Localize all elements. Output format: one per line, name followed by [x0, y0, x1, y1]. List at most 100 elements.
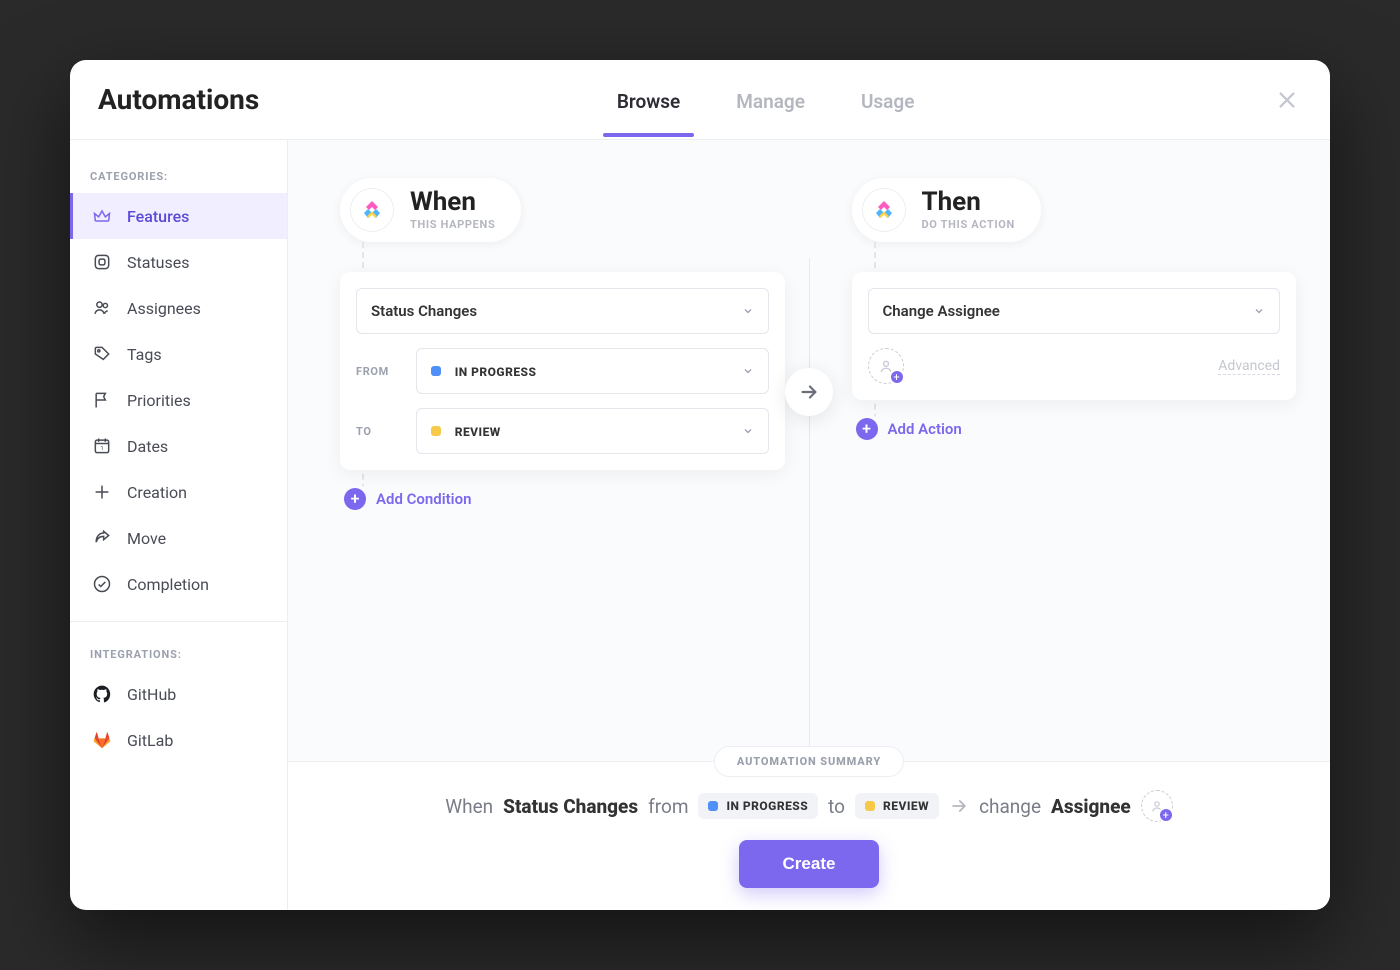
plus-circle-icon: + — [856, 418, 878, 440]
column-divider — [809, 258, 810, 761]
sidebar-item-label: Tags — [127, 345, 162, 364]
then-header: Then DO THIS ACTION — [852, 178, 1041, 242]
when-panel: Status Changes FROM IN P — [340, 272, 785, 470]
add-condition-label: Add Condition — [376, 490, 471, 508]
then-column: Then DO THIS ACTION Change Assignee — [834, 178, 1297, 761]
then-subtitle: DO THIS ACTION — [922, 218, 1015, 231]
arrow-connector — [785, 368, 833, 416]
plus-badge-icon: + — [1158, 807, 1174, 823]
sidebar-item-label: GitLab — [127, 731, 173, 750]
summary-when-word: When — [445, 795, 493, 818]
flag-icon — [91, 389, 113, 411]
advanced-link[interactable]: Advanced — [1218, 358, 1280, 375]
create-button[interactable]: Create — [739, 840, 880, 888]
square-icon — [91, 251, 113, 273]
trigger-select[interactable]: Status Changes — [356, 288, 769, 334]
check-circle-icon — [91, 573, 113, 595]
chevron-down-icon — [742, 365, 754, 377]
sidebar-item-label: Completion — [127, 575, 209, 594]
sidebar-item-label: Priorities — [127, 391, 191, 410]
close-icon — [1276, 89, 1298, 111]
sidebar-item-statuses[interactable]: Statuses — [70, 239, 287, 285]
plus-badge-icon: + — [889, 369, 905, 385]
calendar-icon: 1 — [91, 435, 113, 457]
then-panel: Change Assignee + Advanced — [852, 272, 1297, 400]
sidebar-item-label: Statuses — [127, 253, 190, 272]
sidebar-item-dates[interactable]: 1 Dates — [70, 423, 287, 469]
tab-browse[interactable]: Browse — [613, 64, 684, 135]
crown-icon — [91, 205, 113, 227]
sidebar-item-label: GitHub — [127, 685, 176, 704]
sidebar-item-creation[interactable]: Creation — [70, 469, 287, 515]
summary-change-word: change — [979, 795, 1041, 818]
add-action-label: Add Action — [888, 420, 962, 438]
action-select[interactable]: Change Assignee — [868, 288, 1281, 334]
sidebar-item-github[interactable]: GitHub — [70, 671, 287, 717]
chevron-down-icon — [1253, 305, 1265, 317]
chevron-down-icon — [742, 305, 754, 317]
gitlab-icon — [91, 729, 113, 751]
brand-logo — [862, 188, 906, 232]
sidebar-item-label: Creation — [127, 483, 187, 502]
svg-text:1: 1 — [100, 446, 103, 452]
summary-footer: AUTOMATION SUMMARY When Status Changes f… — [288, 761, 1330, 910]
plus-circle-icon: + — [344, 488, 366, 510]
sidebar-item-label: Features — [127, 207, 189, 226]
automation-canvas: When THIS HAPPENS Status Changes — [288, 140, 1330, 761]
sidebar-item-priorities[interactable]: Priorities — [70, 377, 287, 423]
summary-trigger: Status Changes — [503, 795, 638, 818]
automations-modal: Automations Browse Manage Usage CATEGORI… — [70, 60, 1330, 910]
add-condition-button[interactable]: + Add Condition — [344, 488, 785, 510]
from-status-select[interactable]: IN PROGRESS — [416, 348, 769, 394]
from-label: FROM — [356, 365, 404, 378]
when-panel-wrap: Status Changes FROM IN P — [362, 250, 785, 510]
chevron-down-icon — [742, 425, 754, 437]
sidebar-item-label: Assignees — [127, 299, 201, 318]
summary-from-status: IN PROGRESS — [726, 799, 808, 813]
status-dot — [431, 366, 441, 376]
arrow-right-icon — [798, 381, 820, 403]
tabs: Browse Manage Usage — [259, 64, 1272, 135]
when-column: When THIS HAPPENS Status Changes — [322, 178, 785, 761]
sidebar-item-assignees[interactable]: Assignees — [70, 285, 287, 331]
status-dot — [431, 426, 441, 436]
then-title: Then — [922, 189, 1015, 216]
tag-icon — [91, 343, 113, 365]
modal-header: Automations Browse Manage Usage — [70, 60, 1330, 140]
sidebar-separator — [70, 621, 287, 622]
add-assignee-button[interactable]: + — [868, 348, 904, 384]
sidebar-integrations-label: INTEGRATIONS: — [70, 636, 287, 671]
sidebar-item-gitlab[interactable]: GitLab — [70, 717, 287, 763]
arrow-right-icon — [949, 796, 969, 816]
from-status-value: IN PROGRESS — [455, 365, 537, 379]
assignee-row: + Advanced — [868, 348, 1281, 384]
when-header: When THIS HAPPENS — [340, 178, 521, 242]
to-row: TO REVIEW — [356, 408, 769, 454]
sidebar-item-move[interactable]: Move — [70, 515, 287, 561]
then-panel-wrap: Change Assignee + Advanced — [874, 250, 1297, 440]
add-action-button[interactable]: + Add Action — [856, 418, 1297, 440]
status-dot — [708, 801, 718, 811]
sidebar-categories-label: CATEGORIES: — [70, 158, 287, 193]
modal-body: CATEGORIES: Features Statuses Assignees — [70, 140, 1330, 910]
tab-manage[interactable]: Manage — [732, 64, 809, 135]
sidebar-item-completion[interactable]: Completion — [70, 561, 287, 607]
to-status-value: REVIEW — [455, 425, 501, 439]
summary-assignee: Assignee — [1051, 795, 1131, 818]
to-status-select[interactable]: REVIEW — [416, 408, 769, 454]
to-label: TO — [356, 425, 404, 438]
when-subtitle: THIS HAPPENS — [410, 218, 495, 231]
share-icon — [91, 527, 113, 549]
trigger-value: Status Changes — [371, 302, 477, 320]
sidebar-item-tags[interactable]: Tags — [70, 331, 287, 377]
close-button[interactable] — [1272, 85, 1302, 115]
summary-to-word: to — [828, 795, 845, 818]
summary-from-chip: IN PROGRESS — [698, 793, 818, 819]
tab-usage[interactable]: Usage — [857, 64, 918, 135]
summary-to-chip: REVIEW — [855, 793, 939, 819]
users-icon — [91, 297, 113, 319]
summary-to-status: REVIEW — [883, 799, 929, 813]
sidebar-item-features[interactable]: Features — [70, 193, 287, 239]
from-row: FROM IN PROGRESS — [356, 348, 769, 394]
summary-assignee-avatar[interactable]: + — [1141, 790, 1173, 822]
